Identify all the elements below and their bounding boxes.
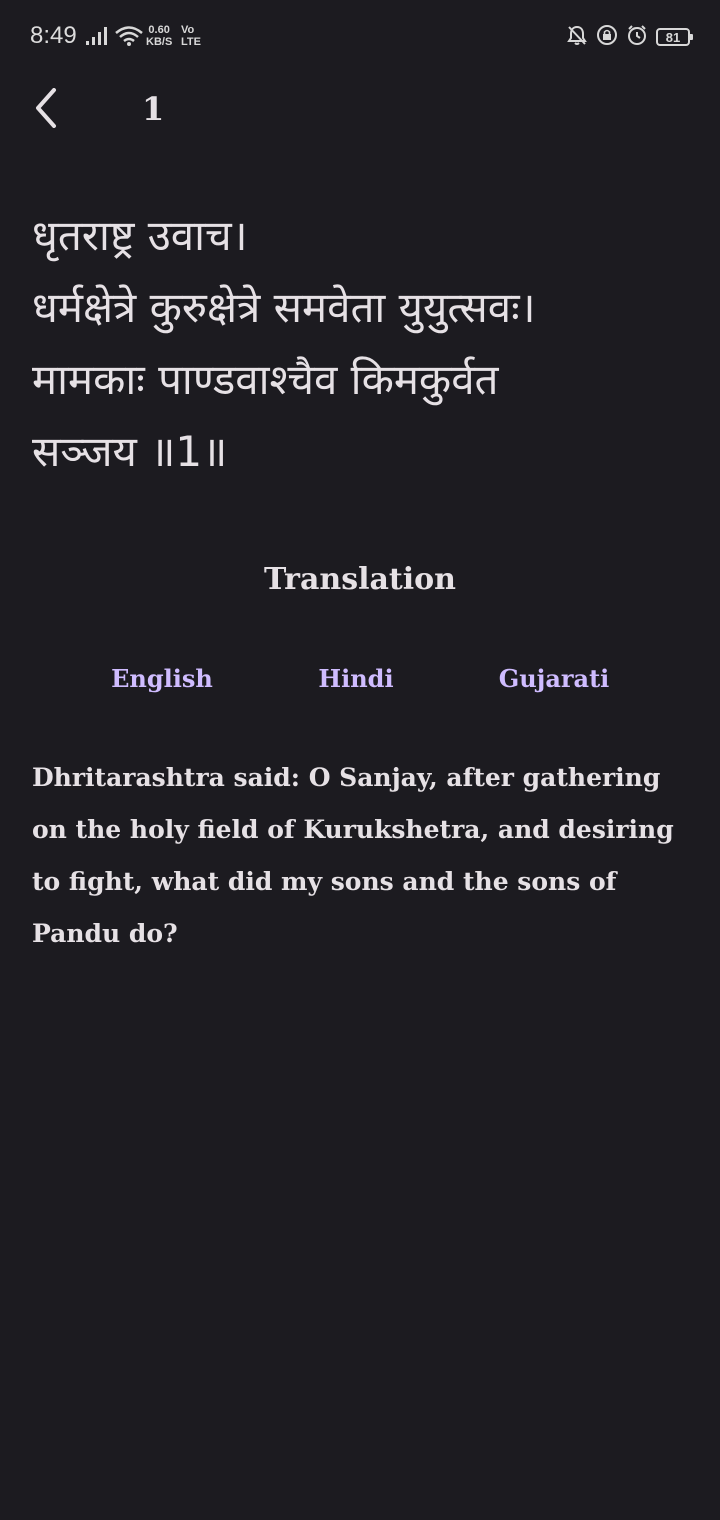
translation-text: Dhritarashtra said: O Sanjay, after gath… [32,763,674,948]
network-speed-value: 0.60 [148,24,170,36]
app-bar: 1 [0,80,720,144]
verse-text: धृतराष्ट्र उवाच। धर्मक्षेत्रे कुरुक्षेत्… [32,211,536,476]
tab-hindi[interactable]: Hindi [318,664,393,693]
lock-icon [596,24,618,50]
bell-off-icon [566,24,588,50]
network-speed-unit: KB/S [146,36,173,48]
page-title: 1 [142,90,165,128]
volte-bottom: LTE [181,36,201,48]
translation-heading: Translation [264,562,456,597]
status-bar: 8:49 0.60 KB/S Vo LTE 81 [0,0,720,72]
alarm-icon [626,24,648,50]
status-icons-right: 81 [566,24,693,50]
back-arrow-icon [32,88,60,132]
volte-indicator: Vo LTE [181,24,201,48]
network-speed: 0.60 KB/S [146,24,172,48]
tab-english[interactable]: English [111,664,213,693]
back-button[interactable] [22,84,70,136]
tab-gujarati[interactable]: Gujarati [499,664,610,693]
status-time: 8:49 [30,22,77,49]
signal-icon [86,27,108,49]
battery-icon: 81 [656,28,693,46]
wifi-icon [114,26,144,50]
volte-top: Vo [181,24,195,36]
